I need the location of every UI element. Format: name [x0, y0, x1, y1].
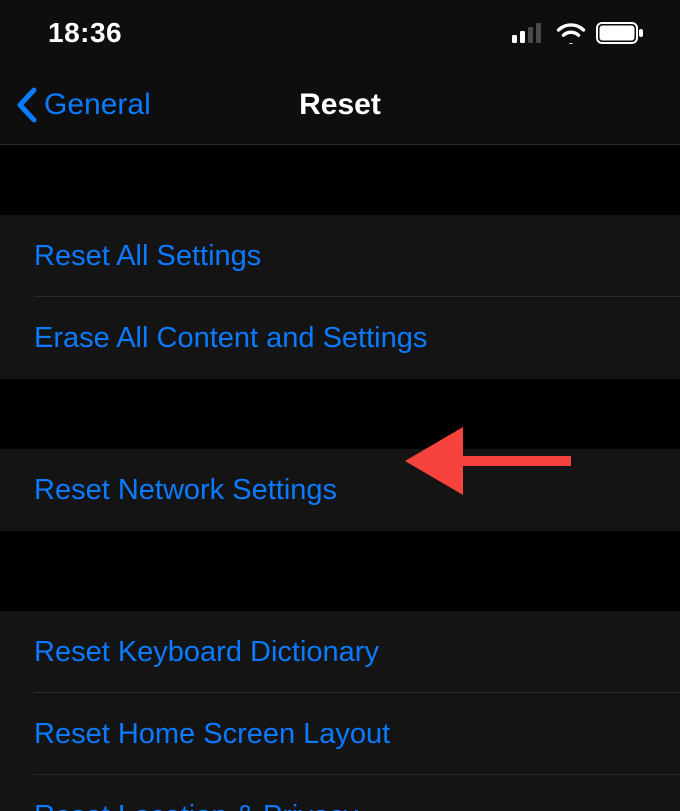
settings-group: Reset Network Settings — [0, 449, 680, 531]
reset-network-settings-row[interactable]: Reset Network Settings — [0, 449, 680, 531]
settings-group: Reset Keyboard Dictionary Reset Home Scr… — [0, 611, 680, 811]
erase-all-content-row[interactable]: Erase All Content and Settings — [0, 297, 680, 379]
navigation-bar: General Reset — [0, 65, 680, 145]
page-title: Reset — [0, 88, 680, 122]
row-label: Reset Keyboard Dictionary — [34, 636, 379, 669]
row-label: Reset Location & Privacy — [34, 800, 358, 811]
reset-all-settings-row[interactable]: Reset All Settings — [0, 215, 680, 297]
wifi-icon — [556, 22, 586, 44]
section-gap — [0, 379, 680, 449]
reset-location-privacy-row[interactable]: Reset Location & Privacy — [0, 775, 680, 811]
status-bar: 18:36 — [0, 0, 680, 65]
reset-keyboard-dictionary-row[interactable]: Reset Keyboard Dictionary — [0, 611, 680, 693]
settings-group: Reset All Settings Erase All Content and… — [0, 215, 680, 379]
row-label: Erase All Content and Settings — [34, 322, 427, 355]
status-icons — [512, 22, 644, 44]
battery-icon — [596, 22, 644, 44]
status-time: 18:36 — [48, 17, 122, 49]
row-label: Reset Home Screen Layout — [34, 718, 390, 751]
row-label: Reset Network Settings — [34, 474, 337, 507]
row-label: Reset All Settings — [34, 240, 261, 273]
section-gap — [0, 531, 680, 611]
cellular-signal-icon — [512, 23, 546, 43]
section-gap — [0, 145, 680, 215]
reset-home-screen-row[interactable]: Reset Home Screen Layout — [0, 693, 680, 775]
